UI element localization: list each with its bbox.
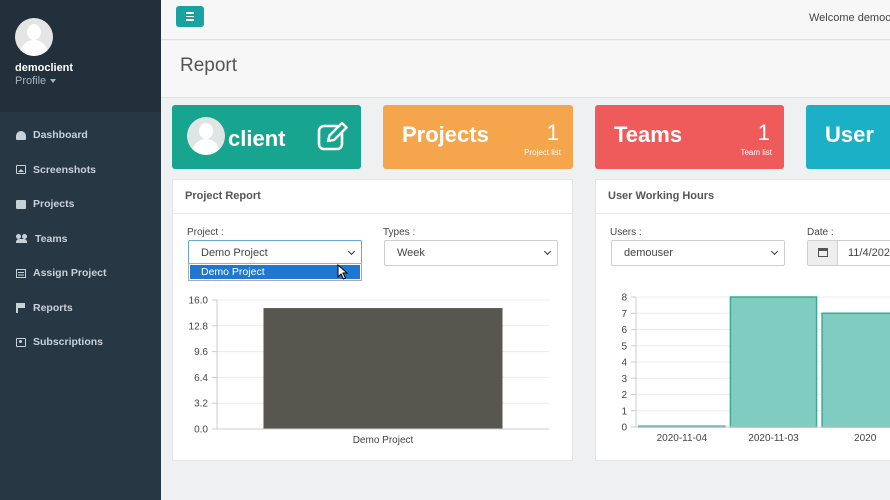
y-tick-label: 7 xyxy=(621,309,627,320)
welcome-text: Welcome democli xyxy=(809,12,890,24)
y-tick-label: 0.0 xyxy=(194,425,208,436)
sidebar-item-label: Teams xyxy=(35,232,68,245)
types-select-value: Week xyxy=(397,247,425,259)
project-report-title: Project Report xyxy=(173,180,572,214)
y-tick-label: 5 xyxy=(621,341,627,352)
project-label: Project : xyxy=(187,227,224,238)
y-tick-label: 1 xyxy=(621,406,627,417)
project-dropdown-list: Demo Project xyxy=(188,263,362,281)
sidebar-item-assign-project[interactable]: Assign Project xyxy=(0,256,161,291)
avatar[interactable] xyxy=(15,18,53,56)
page-header: Report xyxy=(161,41,890,98)
image-icon xyxy=(16,165,26,175)
y-tick-label: 4 xyxy=(621,358,627,369)
y-tick-label: 12.8 xyxy=(189,321,209,332)
user-working-hours-chart: 0 1 2 3 4 5 6 7 8 2020-11-04 2020-11-03 2020 xyxy=(621,293,890,444)
sidebar-item-label: Projects xyxy=(33,198,75,211)
chevron-down-icon xyxy=(770,247,779,256)
sidebar-item-dashboard[interactable]: Dashboard xyxy=(0,118,161,153)
profile-name: democlient xyxy=(15,62,74,74)
mouse-cursor-icon xyxy=(337,264,349,280)
sidebar-item-screenshots[interactable]: Screenshots xyxy=(0,153,161,188)
flag-icon xyxy=(16,303,26,314)
projects-tile[interactable]: Projects 1 Project list xyxy=(383,105,573,169)
top-bar: Welcome democli xyxy=(161,0,890,40)
project-report-chart: 0.0 3.2 6.4 9.6 12.8 16.0 Demo Project xyxy=(189,296,549,446)
types-select[interactable]: Week xyxy=(384,240,558,266)
y-tick-label: 0 xyxy=(621,423,627,434)
sidebar-item-subscriptions[interactable]: Subscriptions xyxy=(0,325,161,360)
users-select[interactable]: demouser xyxy=(611,240,785,266)
y-tick-label: 6 xyxy=(621,325,627,336)
client-avatar xyxy=(187,117,225,155)
calendar-button[interactable] xyxy=(808,241,838,265)
project-list-link[interactable]: Project list xyxy=(524,148,561,157)
x-tick-label: 2020-11-04 xyxy=(657,433,708,444)
user-tile-title: User xyxy=(825,122,874,147)
list-icon xyxy=(16,268,26,278)
client-tile[interactable]: client xyxy=(172,105,361,169)
y-tick-label: 8 xyxy=(621,293,627,304)
y-tick-label: 3 xyxy=(621,374,627,385)
team-list-link[interactable]: Team list xyxy=(740,148,772,157)
hamburger-icon xyxy=(186,12,194,14)
profile-dropdown[interactable]: Profile xyxy=(15,75,57,87)
y-tick-label: 3.2 xyxy=(194,399,208,410)
y-tick-label: 6.4 xyxy=(194,373,208,384)
user-working-hours-panel: User Working Hours Users : demouser Date… xyxy=(595,179,890,461)
x-tick-label: 2020 xyxy=(854,433,877,444)
sidebar-item-teams[interactable]: Teams xyxy=(0,222,161,257)
profile-section: democlient Profile xyxy=(0,0,161,112)
projects-tile-title: Projects xyxy=(402,122,489,147)
x-tick-label: 2020-11-03 xyxy=(748,433,799,444)
sidebar: democlient Profile Dashboard Screenshots… xyxy=(0,0,161,500)
sidebar-item-reports[interactable]: Reports xyxy=(0,291,161,326)
sidebar-item-label: Subscriptions xyxy=(33,336,104,349)
sidebar-item-projects[interactable]: Projects xyxy=(0,187,161,222)
users-select-value: demouser xyxy=(624,247,673,259)
types-label: Types : xyxy=(383,227,416,238)
ticket-icon xyxy=(16,337,26,347)
client-tile-title: client xyxy=(228,126,286,151)
calendar-icon xyxy=(818,248,828,257)
edit-icon xyxy=(16,199,26,209)
bar xyxy=(729,296,818,428)
edit-icon[interactable] xyxy=(317,121,349,151)
date-label: Date : xyxy=(807,227,834,238)
chevron-down-icon xyxy=(347,247,356,256)
sidebar-item-label: Dashboard xyxy=(33,129,88,142)
teams-count: 1 xyxy=(757,120,770,145)
dropdown-option-demo-project[interactable]: Demo Project xyxy=(190,265,360,279)
sidebar-item-label: Reports xyxy=(33,301,73,314)
sidebar-item-label: Assign Project xyxy=(33,267,107,280)
profile-link-label[interactable]: Profile xyxy=(15,75,46,87)
sidebar-nav: Dashboard Screenshots Projects Teams Ass… xyxy=(0,118,161,360)
project-report-panel: Project Report Project : Demo Project Ty… xyxy=(172,179,573,461)
users-icon xyxy=(16,234,28,244)
y-tick-label: 9.6 xyxy=(194,347,208,358)
user-working-hours-title: User Working Hours xyxy=(596,180,890,214)
dashboard-icon xyxy=(16,130,26,140)
date-input[interactable]: 11/4/202 xyxy=(807,240,890,266)
date-value: 11/4/202 xyxy=(848,247,890,259)
users-label: Users : xyxy=(610,227,642,238)
page-title: Report xyxy=(180,55,238,76)
projects-count: 1 xyxy=(546,120,559,145)
y-tick-label: 16.0 xyxy=(189,296,209,307)
bar xyxy=(263,308,503,429)
teams-tile-title: Teams xyxy=(614,122,683,147)
project-select-value: Demo Project xyxy=(201,247,268,259)
x-tick-label: Demo Project xyxy=(353,435,414,446)
menu-toggle-button[interactable] xyxy=(176,6,204,27)
bar xyxy=(821,312,890,428)
sidebar-item-label: Screenshots xyxy=(33,163,97,176)
teams-tile[interactable]: Teams 1 Team list xyxy=(595,105,784,169)
y-tick-label: 2 xyxy=(621,390,627,401)
caret-down-icon xyxy=(50,79,57,84)
chevron-down-icon xyxy=(543,247,552,256)
user-tile[interactable]: User xyxy=(806,105,890,169)
